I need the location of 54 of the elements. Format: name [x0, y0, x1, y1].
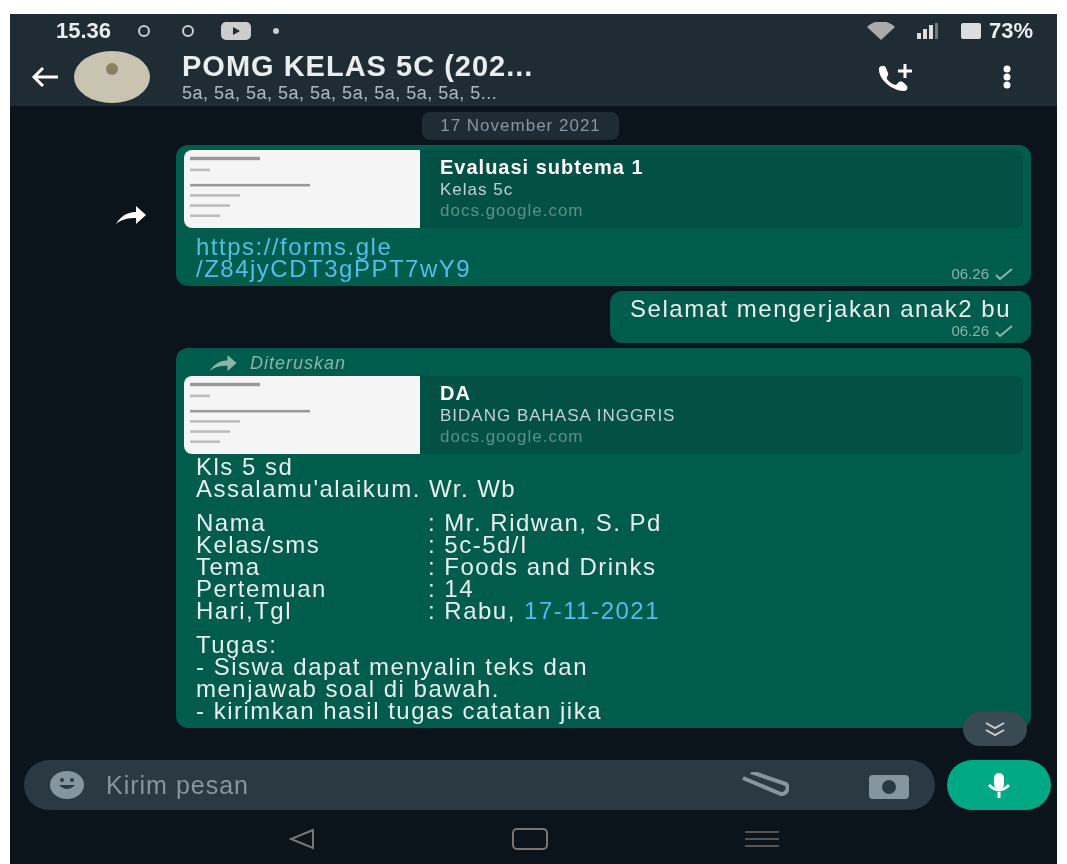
- forward-icon: [208, 354, 238, 373]
- check-icon: [995, 267, 1013, 280]
- emoji-icon[interactable]: [50, 770, 84, 800]
- message-time: 06.26: [618, 322, 1023, 339]
- preview-domain: docs.google.com: [440, 201, 585, 221]
- signal-icon: [916, 23, 939, 39]
- scroll-down-button[interactable]: [963, 712, 1027, 746]
- forwarded-label: Diteruskan: [250, 353, 347, 374]
- field-label: Pertemuan: [196, 578, 328, 600]
- check-icon: [995, 324, 1013, 337]
- back-arrow-icon[interactable]: [30, 65, 60, 89]
- back-nav-icon[interactable]: [288, 828, 315, 850]
- message-text: Assalamu'alaikum. Wr. Wb: [196, 478, 518, 500]
- field-label: Hari,Tgl: [196, 600, 293, 622]
- field-label: Kelas/sms: [196, 534, 322, 556]
- link-text[interactable]: https://forms.gle /Z84jyCDT3gPPT7wY9: [184, 228, 484, 282]
- video-icon: [221, 22, 252, 40]
- preview-title: DA: [440, 382, 472, 405]
- message-composer[interactable]: Kirim pesan: [24, 760, 935, 810]
- field-value: : Foods and Drinks: [428, 556, 658, 578]
- field-value: : 14: [428, 578, 476, 600]
- chat-title[interactable]: POMG KELAS 5C (202...: [182, 50, 861, 83]
- field-label: Tema: [196, 556, 262, 578]
- status-time: 15.36: [56, 18, 112, 44]
- chat-subtitle: 5a, 5a, 5a, 5a, 5a, 5a, 5a, 5a, 5a, 5...: [182, 83, 499, 104]
- dot-icon: [273, 28, 280, 34]
- link-preview[interactable]: Evaluasi subtema 1 Kelas 5c docs.google.com: [184, 150, 1023, 228]
- field-value: : Rabu, 17-11-2021: [428, 600, 662, 622]
- field-value: : 5c-5d/I: [428, 534, 529, 556]
- chevrons-down-icon: [984, 721, 1006, 737]
- group-avatar[interactable]: [74, 51, 150, 103]
- paperclip-icon[interactable]: [739, 772, 789, 798]
- field-label: Nama: [196, 512, 268, 534]
- home-nav-icon[interactable]: [511, 828, 548, 850]
- link-preview[interactable]: DA BIDANG BAHASA INGGRIS docs.google.com: [184, 376, 1023, 454]
- forward-icon[interactable]: [116, 205, 146, 226]
- message-text: Kls 5 sd: [196, 456, 295, 478]
- battery-percent: 73%: [988, 18, 1033, 44]
- menu-nav-icon[interactable]: [744, 829, 779, 849]
- more-options-icon[interactable]: [1003, 65, 1011, 89]
- field-value: : Mr. Ridwan, S. Pd: [428, 512, 662, 534]
- date-chip: 17 November 2021: [422, 112, 619, 140]
- microphone-icon: [985, 771, 1013, 799]
- preview-title: Evaluasi subtema 1: [440, 156, 644, 179]
- preview-domain: docs.google.com: [440, 427, 585, 447]
- message-text: Selamat mengerjakan anak2 bu: [629, 296, 1012, 322]
- microphone-button[interactable]: [947, 760, 1051, 810]
- date-link[interactable]: 17-11-2021: [524, 597, 661, 624]
- wifi-icon: [866, 22, 895, 40]
- preview-subtitle: BIDANG BAHASA INGGRIS: [440, 406, 676, 426]
- message-time: 06.26: [951, 265, 1023, 282]
- preview-subtitle: Kelas 5c: [440, 180, 515, 200]
- message-text: Tugas:: [196, 634, 279, 656]
- battery-icon: [960, 23, 981, 39]
